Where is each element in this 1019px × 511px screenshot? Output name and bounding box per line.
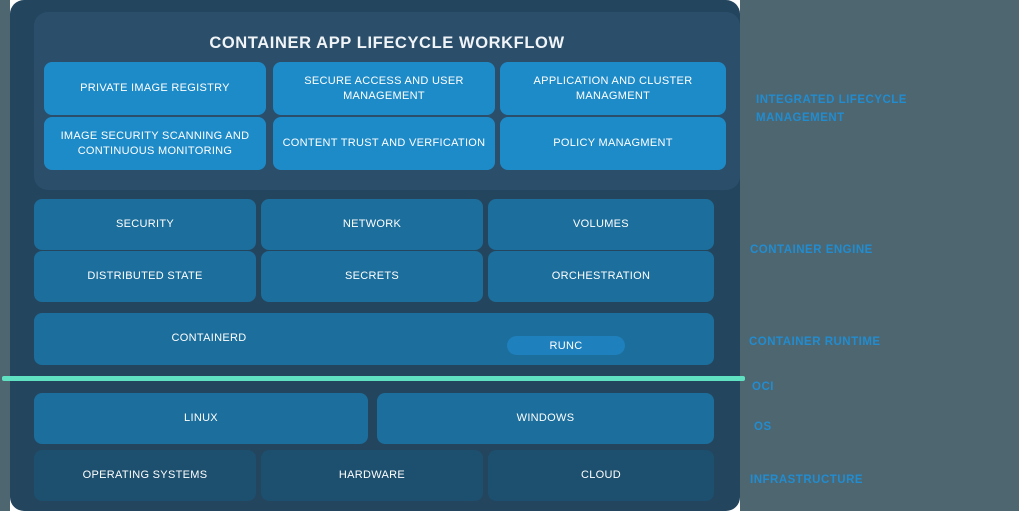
left-edge-strip — [0, 0, 10, 511]
side-label-os: OS — [754, 421, 772, 433]
engine-box-secrets[interactable]: SECRETS — [261, 251, 483, 302]
side-label-container-runtime: CONTAINER RUNTIME — [749, 336, 881, 348]
os-box-windows[interactable]: WINDOWS — [377, 393, 714, 444]
lifecycle-card: CONTAINER APP LIFECYCLE WORKFLOW PRIVATE… — [34, 12, 740, 190]
infrastructure-box-hardware[interactable]: HARDWARE — [261, 450, 483, 501]
containerd-label: CONTAINERD — [171, 332, 247, 344]
side-label-oci: OCI — [752, 381, 774, 393]
lifecycle-box-application-cluster-management[interactable]: APPLICATION AND CLUSTER MANAGMENT — [500, 62, 726, 115]
page-title: CONTAINER APP LIFECYCLE WORKFLOW — [209, 34, 565, 52]
lifecycle-box-image-security-scanning[interactable]: IMAGE SECURITY SCANNING AND CONTINUOUS M… — [44, 117, 266, 170]
side-label-integrated-lifecycle-management: INTEGRATED LIFECYCLE MANAGEMENT — [756, 94, 907, 125]
runc-pill[interactable]: RUNC — [507, 336, 625, 355]
engine-box-volumes[interactable]: VOLUMES — [488, 199, 714, 250]
diagram-canvas: CONTAINER APP LIFECYCLE WORKFLOW PRIVATE… — [0, 0, 1019, 511]
lifecycle-box-private-image-registry[interactable]: PRIVATE IMAGE REGISTRY — [44, 62, 266, 115]
lifecycle-box-content-trust-verification[interactable]: CONTENT TRUST AND VERFICATION — [273, 117, 495, 170]
oci-divider-line — [2, 376, 745, 381]
lower-stack-panel: LINUX WINDOWS OPERATING SYSTEMS HARDWARE… — [10, 386, 740, 511]
engine-box-distributed-state[interactable]: DISTRIBUTED STATE — [34, 251, 256, 302]
side-label-infrastructure: INFRASTRUCTURE — [750, 474, 864, 486]
os-box-linux[interactable]: LINUX — [34, 393, 368, 444]
lifecycle-box-secure-access-user-management[interactable]: SECURE ACCESS AND USER MANAGEMENT — [273, 62, 495, 115]
infrastructure-box-cloud[interactable]: CLOUD — [488, 450, 714, 501]
engine-box-network[interactable]: NETWORK — [261, 199, 483, 250]
engine-box-security[interactable]: SECURITY — [34, 199, 256, 250]
lifecycle-box-policy-management[interactable]: POLICY MANAGMENT — [500, 117, 726, 170]
side-label-container-engine: CONTAINER ENGINE — [750, 244, 873, 256]
engine-box-orchestration[interactable]: ORCHESTRATION — [488, 251, 714, 302]
infrastructure-box-operating-systems[interactable]: OPERATING SYSTEMS — [34, 450, 256, 501]
